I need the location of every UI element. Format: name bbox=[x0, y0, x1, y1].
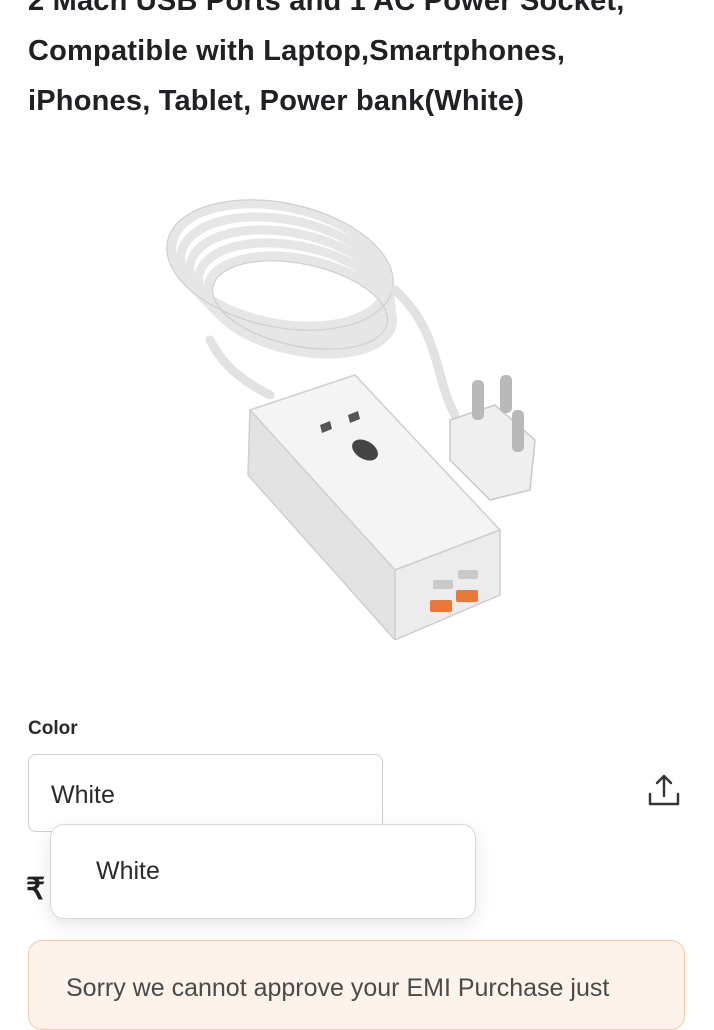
product-title-line-3: iPhones, Tablet, Power bank(White) bbox=[28, 85, 525, 117]
product-title-line-1: 2 Mach USB Ports and 1 AC Power Socket, bbox=[28, 0, 625, 17]
power-strip-product-image bbox=[166, 199, 536, 640]
color-dropdown-menu: White bbox=[50, 824, 476, 919]
color-select[interactable]: White bbox=[28, 754, 383, 832]
product-title: 2 Mach USB Ports and 1 AC Power Socket, … bbox=[28, 0, 698, 126]
emi-notice: Sorry we cannot approve your EMI Purchas… bbox=[28, 940, 685, 1030]
color-select-value: White bbox=[51, 781, 115, 809]
product-title-line-2: Compatible with Laptop,Smartphones, bbox=[28, 35, 566, 67]
share-button[interactable] bbox=[640, 768, 688, 812]
color-option-white[interactable]: White bbox=[51, 825, 475, 918]
emi-notice-text: Sorry we cannot approve your EMI Purchas… bbox=[66, 974, 610, 1002]
color-label: Color bbox=[28, 718, 78, 739]
product-image-gallery[interactable] bbox=[0, 150, 714, 832]
price-currency-symbol: ₹ bbox=[26, 873, 46, 906]
share-icon bbox=[648, 774, 680, 806]
